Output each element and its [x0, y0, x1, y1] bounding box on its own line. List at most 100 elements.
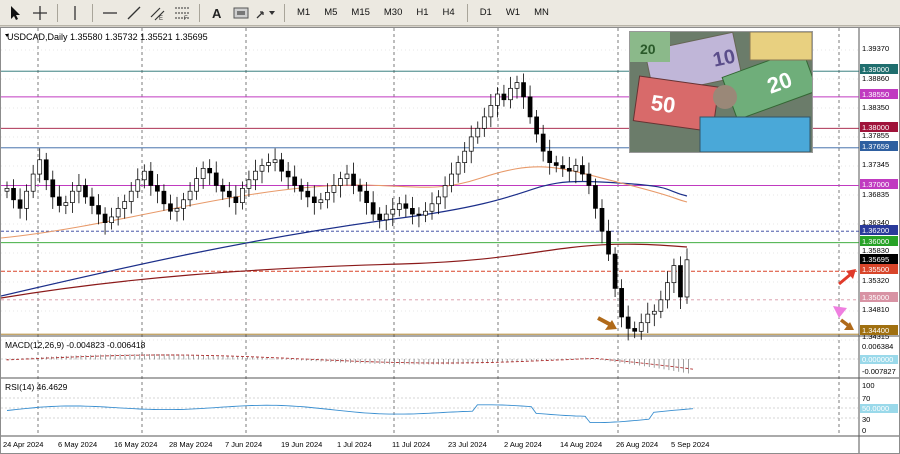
candle-body [514, 82, 520, 89]
timeframe-m5[interactable]: M5 [319, 3, 342, 23]
candle-body [449, 173, 454, 186]
candle-body [311, 196, 317, 203]
text-tool-icon[interactable]: A [207, 3, 227, 23]
candle-body [553, 162, 559, 166]
rsi-header: RSI(14) 46.4629 [5, 382, 68, 392]
candle-body [370, 202, 376, 215]
macd-bar [109, 354, 111, 360]
candle-body [194, 178, 199, 192]
arrows-dropdown-icon[interactable] [255, 3, 277, 23]
candle-body [547, 150, 553, 163]
toolbar-separator [284, 3, 285, 22]
candle-body [168, 203, 173, 212]
timeframe-w1[interactable]: W1 [501, 3, 525, 23]
note-value: 20 [640, 41, 656, 57]
label-tool-icon[interactable] [231, 3, 251, 23]
price-tick: 1.35320 [862, 276, 889, 285]
candle-body [508, 87, 513, 101]
macd-bar [614, 359, 616, 363]
candle-body [213, 172, 219, 186]
date-label: 28 May 2024 [169, 440, 212, 449]
macd-header: MACD(12,26,9) -0.004823 -0.006418 [5, 340, 146, 350]
macd-bar [129, 354, 131, 360]
macd-bar [276, 358, 278, 360]
vertical-line-icon[interactable] [65, 3, 85, 23]
toolbar: E F A M1 M5 M15 M30 H1 H4 D1 W1 MN [0, 0, 900, 26]
date-label: 23 Jul 2024 [448, 440, 487, 449]
timeframe-d1[interactable]: D1 [475, 3, 497, 23]
rsi-tick: 30 [862, 415, 870, 424]
candle-body [462, 150, 468, 163]
macd-bar [271, 358, 273, 360]
macd-bar [624, 359, 626, 364]
macd-bar [423, 359, 425, 365]
candle-body [109, 216, 114, 224]
chart-window[interactable]: USDCAD,Daily 1.35580 1.35732 1.35521 1.3… [0, 27, 900, 454]
macd-bar [599, 359, 601, 361]
level-label: 1.36000 [862, 237, 889, 246]
timeframe-m15[interactable]: M15 [346, 3, 374, 23]
macd-bar [144, 354, 145, 360]
level-label: 1.38550 [862, 90, 889, 99]
trendline-icon[interactable] [124, 3, 144, 23]
candle-body [488, 105, 494, 118]
svg-text:A: A [212, 6, 222, 21]
fibonacci-icon[interactable]: F [172, 3, 192, 23]
date-label: 7 Jun 2024 [225, 440, 262, 449]
crosshair-icon[interactable] [30, 3, 50, 23]
date-label: 26 Aug 2024 [616, 440, 658, 449]
macd-tick: 0.006384 [862, 342, 893, 351]
candle-body [56, 196, 62, 206]
horizontal-line-icon[interactable] [100, 3, 120, 23]
macd-bar [134, 354, 136, 360]
symbol-header: USDCAD,Daily 1.35580 1.35732 1.35521 1.3… [7, 32, 208, 42]
macd-bar [95, 354, 96, 360]
timeframe-h4[interactable]: H4 [438, 3, 460, 23]
macd-bar [90, 354, 92, 360]
rsi-line [6, 404, 694, 424]
candle-body [338, 178, 343, 186]
channel-icon[interactable]: E [148, 3, 168, 23]
date-label: 5 Sep 2024 [671, 440, 709, 449]
arrow-down-right-pink [833, 306, 847, 318]
candle-body [122, 201, 128, 209]
macd-bar [379, 359, 381, 364]
candles [4, 73, 690, 341]
price-tick: 1.39370 [862, 44, 889, 53]
candle-body [429, 203, 435, 212]
macd-bar [345, 359, 346, 363]
date-label: 2 Aug 2024 [504, 440, 542, 449]
candle-body [155, 185, 160, 192]
macd-bar [634, 359, 635, 365]
timeframe-mn[interactable]: MN [529, 3, 554, 23]
macd-bar [291, 359, 292, 360]
toolbar-separator [199, 3, 200, 22]
macd-bar [374, 359, 376, 364]
macd-bar [154, 354, 155, 360]
candle-body [76, 185, 82, 192]
macd-bar [85, 355, 87, 360]
timeframe-m1[interactable]: M1 [292, 3, 315, 23]
candle-body [148, 170, 154, 186]
candle-body [416, 213, 422, 216]
macd-bar [644, 359, 645, 367]
arrow-down-right-brown [597, 316, 617, 330]
date-axis: 24 Apr 2024 6 May 2024 16 May 2024 28 Ma… [3, 440, 709, 449]
candle-body [305, 190, 311, 198]
macd-bar [653, 359, 655, 368]
candle-body [436, 196, 441, 205]
note-value: 50 [649, 90, 677, 118]
candle-body [501, 93, 507, 101]
timeframe-m30[interactable]: M30 [379, 3, 407, 23]
macd-bar [595, 358, 596, 360]
macd-bar [266, 358, 268, 360]
cursor-icon[interactable] [6, 3, 26, 23]
timeframe-h1[interactable]: H1 [411, 3, 433, 23]
macd-tick: 0.000000 [862, 355, 893, 364]
level-label: 1.35000 [862, 293, 889, 302]
note-value: 10 [711, 46, 737, 72]
candle-body [11, 188, 16, 201]
candle-body [161, 190, 167, 205]
macd-bar [75, 355, 77, 360]
macd-bar [639, 359, 640, 366]
